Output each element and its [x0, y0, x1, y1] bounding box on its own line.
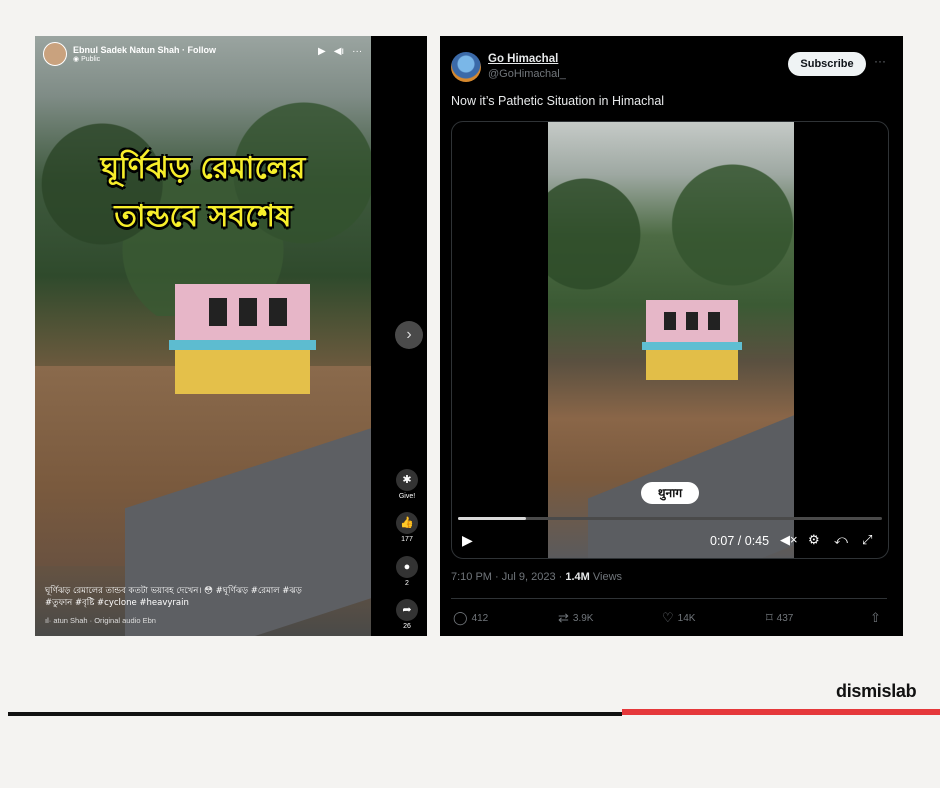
comment-button[interactable]: ● 2: [392, 556, 422, 587]
house-window: [209, 298, 227, 326]
location-chip: थुनाग: [641, 482, 699, 504]
pip-icon[interactable]: ⤺: [834, 532, 848, 548]
house-window: [686, 312, 698, 330]
bookmark-count: 437: [776, 612, 794, 624]
video-house: [169, 284, 316, 394]
video-house: [642, 300, 742, 380]
post-text: Now it’s Pathetic Situation in Himachal: [451, 94, 665, 108]
gift-icon: ✱: [396, 469, 418, 491]
banner-line-2: তান্ডবে সবশেষ: [114, 199, 292, 234]
caption-hashtags[interactable]: #তুফান #বৃষ্টি #cyclone #heavyrain: [45, 597, 365, 609]
reply-button[interactable]: ◯ 412: [453, 610, 488, 626]
repost-icon: ⇄: [558, 610, 569, 625]
share-button[interactable]: ⇧: [870, 610, 881, 626]
account-handle[interactable]: @GoHimachal_: [488, 68, 566, 80]
like-icon: 👍: [396, 512, 418, 534]
views-count: 1.4M: [565, 571, 590, 583]
share-icon: ➦: [396, 599, 418, 621]
progress-fill: [458, 517, 526, 520]
like-button[interactable]: 👍 177: [392, 512, 422, 543]
gift-button[interactable]: ✱ Give!: [392, 469, 422, 500]
divider: [451, 598, 887, 599]
house-railing: [169, 340, 316, 350]
house-ground-floor: [175, 346, 310, 394]
post-meta: 7:10 PM · Jul 9, 2023 · 1.4M Views: [451, 571, 622, 583]
share-button[interactable]: ➦ 26: [392, 599, 422, 630]
more-icon[interactable]: ···: [352, 46, 362, 57]
bookmark-icon: ⌑: [766, 610, 773, 625]
next-button[interactable]: ›: [395, 321, 423, 349]
audio-text: atun Shah · Original audio Ebn: [53, 616, 156, 625]
privacy-text: Public: [81, 56, 101, 63]
facebook-reel: Ebnul Sadek Natun Shah · Follow ◉ Public…: [35, 36, 427, 636]
avatar[interactable]: [451, 52, 481, 82]
player-controls: ▶ ◀ı ···: [318, 46, 362, 57]
reply-count: 412: [471, 612, 489, 624]
settings-icon[interactable]: ⚙: [808, 532, 820, 548]
house-window: [708, 312, 720, 330]
reel-caption: ঘূর্ণিঝড় রেমালের তান্ডব কতটা ভয়াবহ দেখ…: [45, 585, 365, 609]
next-icon: ›: [406, 326, 412, 343]
avatar[interactable]: [43, 42, 67, 66]
video-progress[interactable]: [458, 517, 882, 520]
footer-bar-red: [622, 709, 940, 715]
house-window: [269, 298, 287, 326]
like-button[interactable]: ♡ 14K: [662, 610, 695, 626]
reel-video[interactable]: Ebnul Sadek Natun Shah · Follow ◉ Public…: [35, 36, 371, 636]
author-follow[interactable]: Ebnul Sadek Natun Shah · Follow: [73, 45, 216, 55]
house-window: [239, 298, 257, 326]
reel-header: Ebnul Sadek Natun Shah · Follow ◉ Public: [43, 42, 216, 66]
account-name[interactable]: Go Himachal: [488, 53, 558, 65]
share-icon: ⇧: [870, 610, 881, 625]
privacy-label: ◉ Public: [73, 55, 216, 63]
more-icon[interactable]: ···: [874, 54, 886, 68]
house-railing: [642, 342, 742, 350]
mute-icon[interactable]: ◀×: [780, 532, 798, 548]
post-timestamp[interactable]: 7:10 PM · Jul 9, 2023 ·: [451, 571, 565, 583]
audio-label[interactable]: ıl· atun Shah · Original audio Ebn: [45, 616, 156, 625]
subscribe-button[interactable]: Subscribe: [788, 52, 866, 76]
play-icon[interactable]: ▶: [462, 532, 473, 549]
fullscreen-icon[interactable]: ⤢: [862, 532, 872, 548]
comment-icon: ●: [396, 556, 418, 578]
dismislab-logo: dismislab: [836, 681, 917, 701]
comment-count: 2: [405, 580, 409, 587]
x-post: Go Himachal @GoHimachal_ Subscribe ··· N…: [440, 36, 903, 636]
globe-icon: ◉: [73, 56, 80, 63]
footer-bar-black: [8, 712, 622, 716]
bookmark-button[interactable]: ⌑ 437: [766, 610, 793, 626]
like-count: 14K: [677, 612, 696, 624]
post-video[interactable]: थुनाग ▶ 0:07 / 0:45 ◀× ⚙ ⤺ ⤢: [451, 121, 889, 559]
reply-icon: ◯: [453, 610, 468, 625]
play-icon[interactable]: ▶: [318, 46, 326, 57]
repost-count: 3.9K: [572, 612, 594, 624]
volume-icon[interactable]: ◀ı: [334, 46, 344, 57]
video-time: 0:07 / 0:45: [710, 534, 770, 548]
banner-line-1: ঘূর্ণিঝড় রেমালের: [100, 151, 306, 186]
share-count: 26: [403, 623, 411, 630]
audio-icon: ıl·: [45, 616, 52, 625]
views-label: Views: [589, 571, 623, 583]
heart-icon: ♡: [662, 610, 674, 625]
repost-button[interactable]: ⇄ 3.9K: [558, 610, 593, 626]
house-window: [664, 312, 676, 330]
caption-line: ঘূর্ণিঝড় রেমালের তান্ডব কতটা ভয়াবহ দেখ…: [45, 586, 302, 596]
gift-label: Give!: [398, 493, 416, 500]
like-count: 177: [401, 536, 413, 543]
house-ground-floor: [646, 346, 738, 380]
